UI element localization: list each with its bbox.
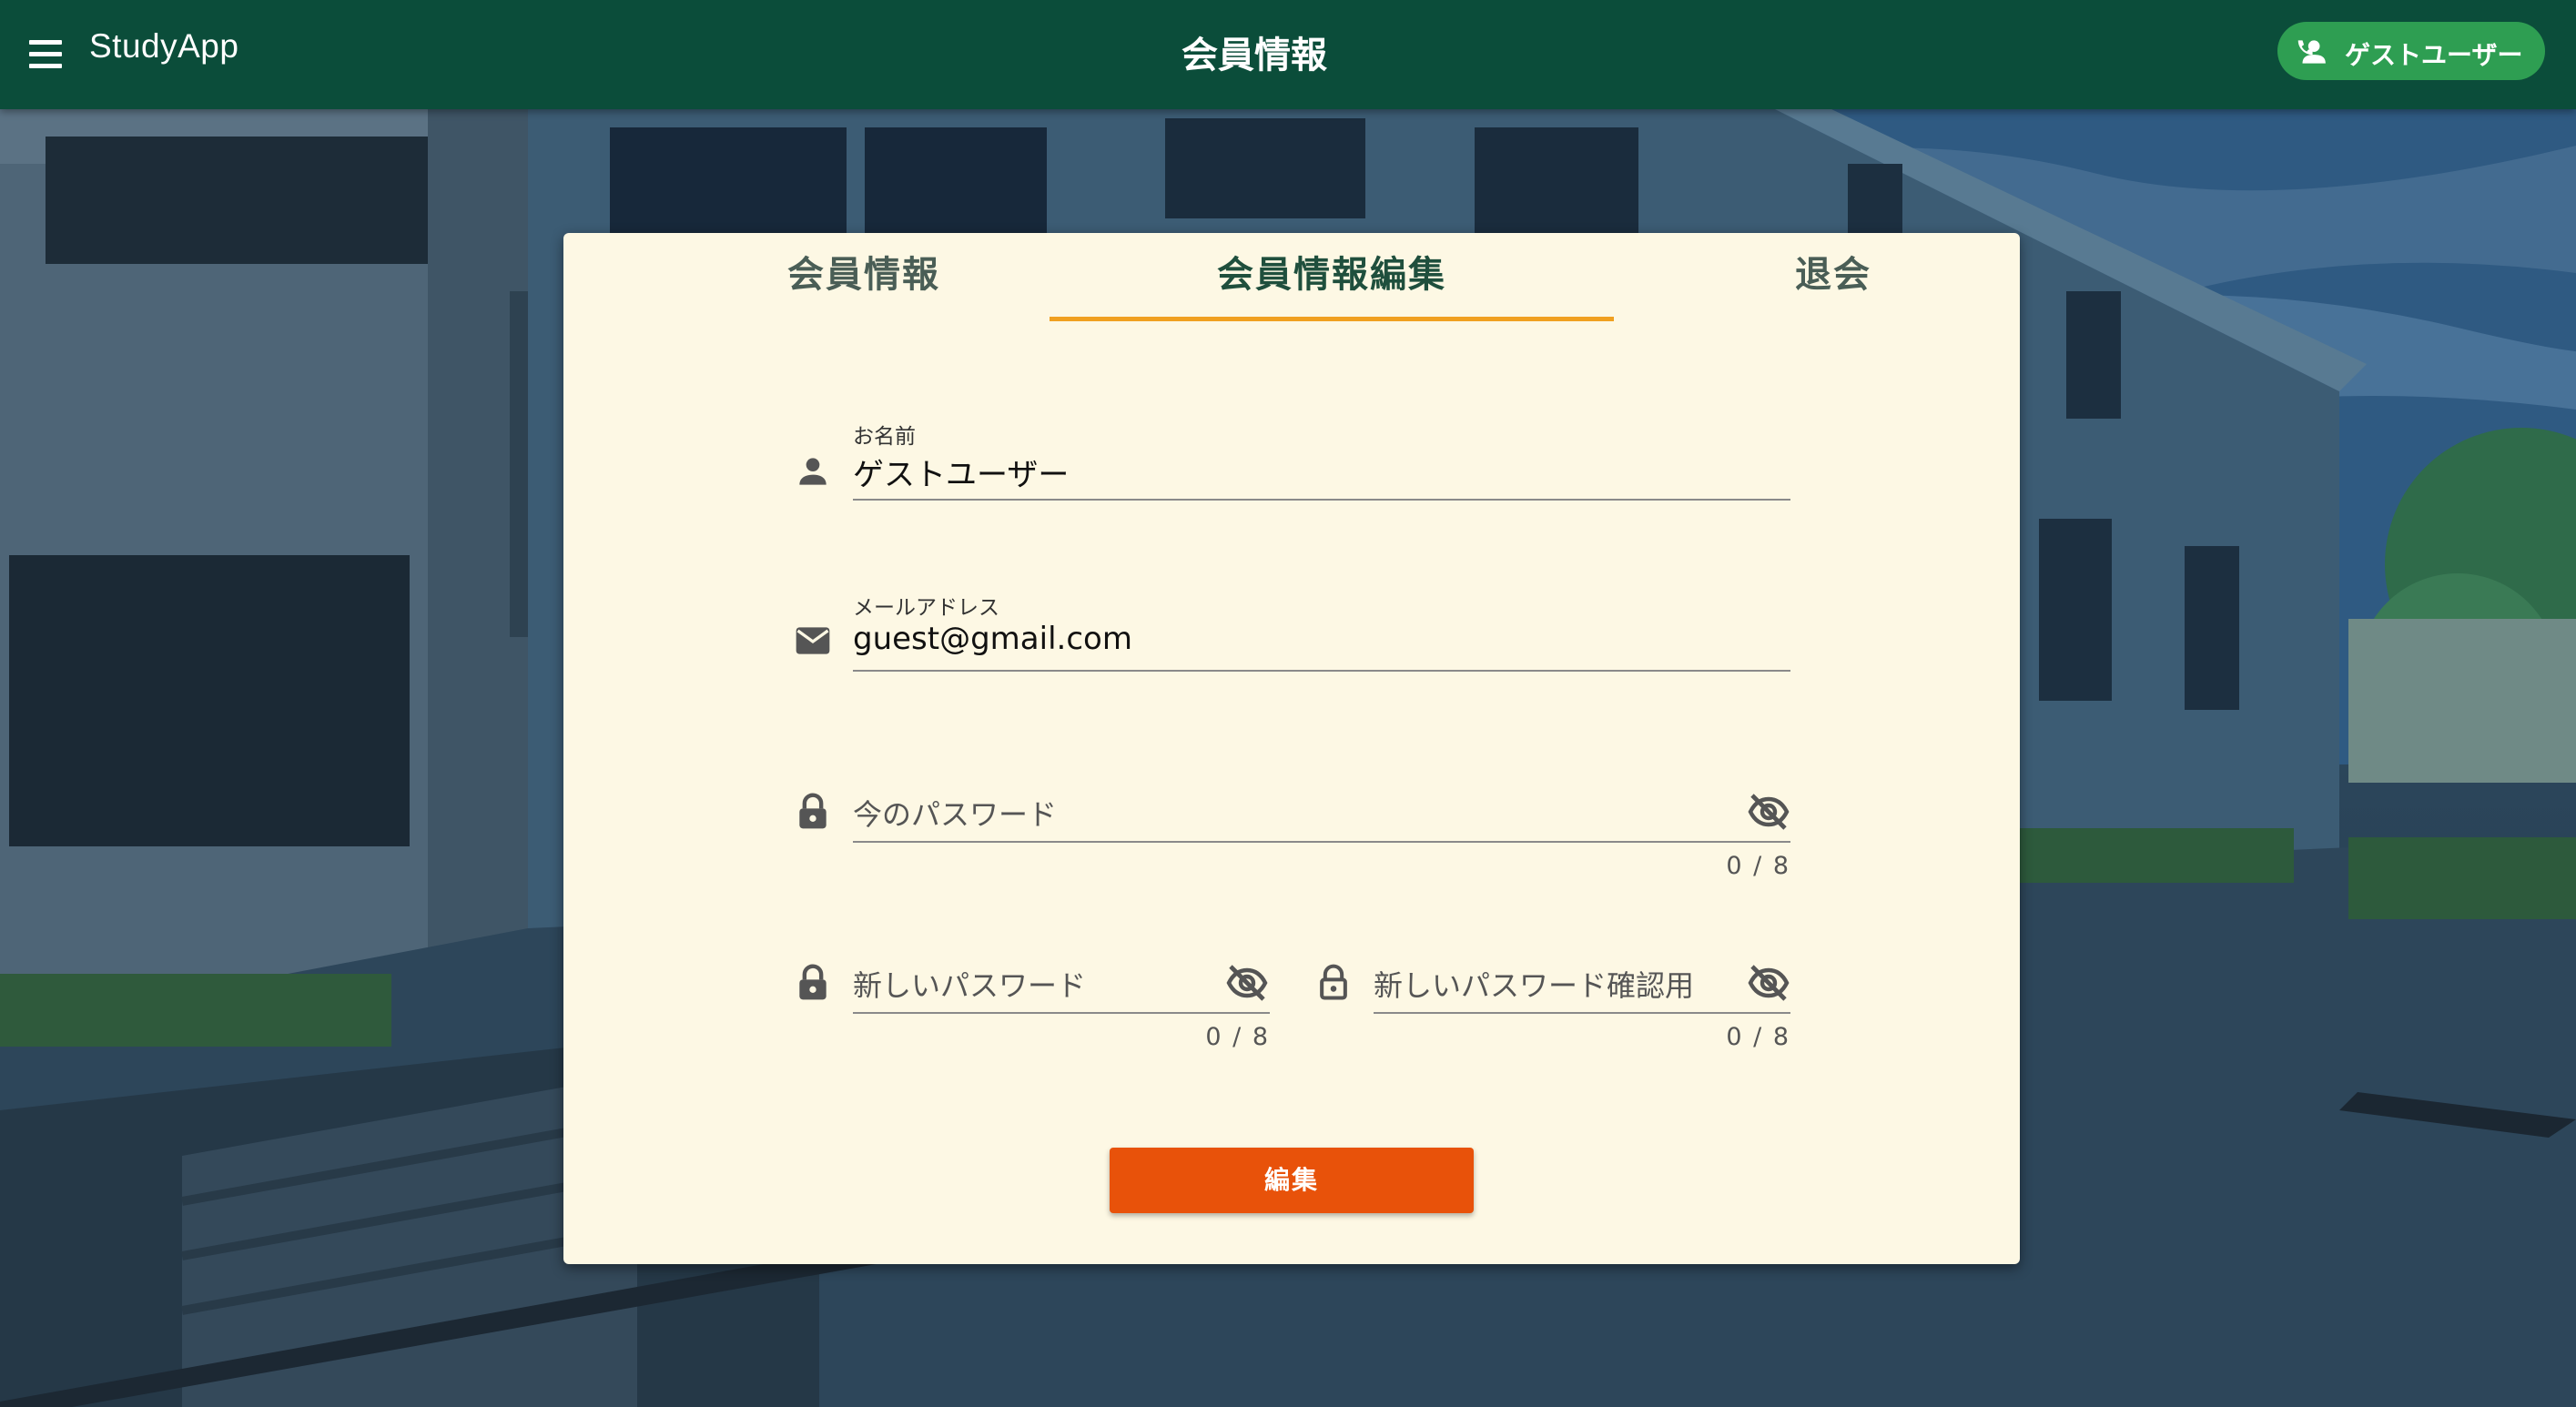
new-password-underline bbox=[853, 1012, 1270, 1014]
name-label: お名前 bbox=[853, 425, 916, 449]
lock-icon bbox=[799, 793, 827, 829]
new-password-confirm-counter: 0 / 8 bbox=[1726, 1023, 1790, 1051]
eye-off-icon[interactable] bbox=[1225, 961, 1269, 1005]
edit-submit-button[interactable]: 編集 bbox=[1110, 1148, 1474, 1213]
lock-open-icon bbox=[1320, 964, 1347, 1000]
lock-icon bbox=[799, 964, 827, 1000]
email-input[interactable]: guest@gmail.com bbox=[853, 621, 1790, 657]
tab-withdraw[interactable]: 退会 bbox=[1683, 233, 1983, 320]
page-title: 会員情報 bbox=[1182, 35, 1327, 76]
email-label: メールアドレス bbox=[853, 596, 999, 620]
name-underline bbox=[853, 499, 1790, 501]
new-password-counter: 0 / 8 bbox=[1205, 1023, 1270, 1051]
eye-off-icon[interactable] bbox=[1747, 961, 1790, 1005]
member-info-card: 会員情報 会員情報編集 退会 お名前 ゲストユーザー メールアドレス guest… bbox=[563, 233, 2020, 1264]
user-button-label: ゲストユーザー bbox=[2345, 40, 2523, 70]
person-phone-icon bbox=[2297, 40, 2326, 64]
new-password-confirm-underline bbox=[1374, 1012, 1790, 1014]
current-password-input[interactable]: 今のパスワード bbox=[853, 792, 1727, 834]
new-password-input[interactable]: 新しいパスワード bbox=[853, 963, 1217, 1005]
eye-off-icon[interactable] bbox=[1747, 790, 1790, 834]
current-password-underline bbox=[853, 841, 1790, 843]
tab-member-info[interactable]: 会員情報 bbox=[664, 233, 1064, 320]
email-underline bbox=[853, 670, 1790, 672]
mail-icon bbox=[796, 627, 830, 654]
new-password-confirm-input[interactable]: 新しいパスワード確認用 bbox=[1374, 963, 1738, 1005]
current-password-counter: 0 / 8 bbox=[1726, 852, 1790, 880]
tab-member-edit[interactable]: 会員情報編集 bbox=[1050, 233, 1614, 320]
user-button[interactable]: ゲストユーザー bbox=[2277, 22, 2545, 80]
person-icon bbox=[799, 458, 827, 485]
name-input[interactable]: ゲストユーザー bbox=[853, 450, 1790, 494]
active-tab-indicator bbox=[1050, 317, 1614, 321]
app-bar: StudyApp 会員情報 ゲストユーザー bbox=[0, 0, 2576, 109]
